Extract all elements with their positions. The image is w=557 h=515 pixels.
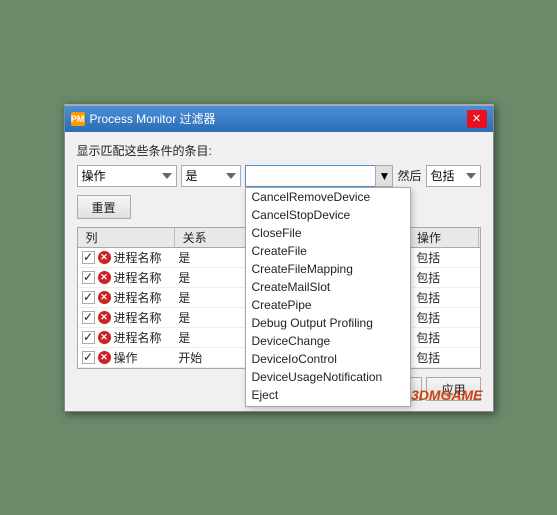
td-act-5: 包括 [412,349,479,366]
checkbox-0[interactable]: ✓ [82,251,95,264]
dropdown-item[interactable]: Eject [246,386,411,404]
dropdown-item[interactable]: FileStreamInformation [246,404,411,407]
is-select[interactable]: 是不是小于大于 [181,165,241,187]
checkbox-3[interactable]: ✓ [82,311,95,324]
dropdown-item[interactable]: DeviceIoControl [246,350,411,368]
dropdown-item[interactable]: CreateFile [246,242,411,260]
td-col-2: ✓ ✕ 进程名称 [78,289,175,306]
dropdown-arrow-btn[interactable]: ▼ [375,165,393,187]
filter-label: 显示匹配这些条件的条目: [77,142,481,159]
td-act-3: 包括 [412,309,479,326]
td-act-4: 包括 [412,329,479,346]
reset-button[interactable]: 重置 [77,195,131,219]
td-col-3: ✓ ✕ 进程名称 [78,309,175,326]
dropdown-item[interactable]: CreatePipe [246,296,411,314]
td-col-0: ✓ ✕ 进程名称 [78,249,175,266]
x-icon-1: ✕ [98,271,111,284]
checkbox-4[interactable]: ✓ [82,331,95,344]
titlebar-left: PM Process Monitor 过滤器 [71,110,216,127]
x-icon-3: ✕ [98,311,111,324]
dropdown-item[interactable]: CreateFileMapping [246,260,411,278]
dropdown-item[interactable]: Debug Output Profiling [246,314,411,332]
dropdown-item[interactable]: DeviceUsageNotification [246,368,411,386]
th-col: 列 [78,228,175,247]
window-title: Process Monitor 过滤器 [90,110,216,127]
dropdown-item[interactable]: CloseFile [246,224,411,242]
dropdown-item[interactable]: CancelRemoveDevice [246,188,411,206]
filter-row: 操作进程名称PID路径结果 是不是小于大于 ▼ CancelRemoveDevi… [77,165,481,187]
then-label: 然后 [397,167,421,184]
x-icon-2: ✕ [98,291,111,304]
filter-value-input[interactable] [245,165,394,187]
action-select[interactable]: 操作进程名称PID路径结果 [77,165,177,187]
checkbox-5[interactable]: ✓ [82,351,95,364]
td-col-1: ✓ ✕ 进程名称 [78,269,175,286]
x-icon-5: ✕ [98,351,111,364]
x-icon-4: ✕ [98,331,111,344]
main-window: PM Process Monitor 过滤器 ✕ 显示匹配这些条件的条目: 操作… [64,104,494,412]
checkbox-1[interactable]: ✓ [82,271,95,284]
value-wrapper: ▼ CancelRemoveDeviceCancelStopDeviceClos… [245,165,394,187]
th-act: 操作 [409,228,479,247]
include-select[interactable]: 包括排除 [426,165,481,187]
td-act-0: 包括 [412,249,479,266]
x-icon-0: ✕ [98,251,111,264]
titlebar: PM Process Monitor 过滤器 ✕ [65,106,493,132]
td-act-1: 包括 [412,269,479,286]
dropdown-item[interactable]: CreateMailSlot [246,278,411,296]
td-col-4: ✓ ✕ 进程名称 [78,329,175,346]
dropdown-item[interactable]: DeviceChange [246,332,411,350]
content-area: 显示匹配这些条件的条目: 操作进程名称PID路径结果 是不是小于大于 ▼ Can… [65,132,493,411]
dropdown-list: CancelRemoveDeviceCancelStopDeviceCloseF… [245,187,412,407]
td-col-5: ✓ ✕ 操作 [78,349,175,366]
close-button[interactable]: ✕ [467,110,487,128]
app-icon: PM [71,112,85,126]
dropdown-item[interactable]: CancelStopDevice [246,206,411,224]
watermark: 3DMGAME [411,387,483,403]
checkbox-2[interactable]: ✓ [82,291,95,304]
td-act-2: 包括 [412,289,479,306]
